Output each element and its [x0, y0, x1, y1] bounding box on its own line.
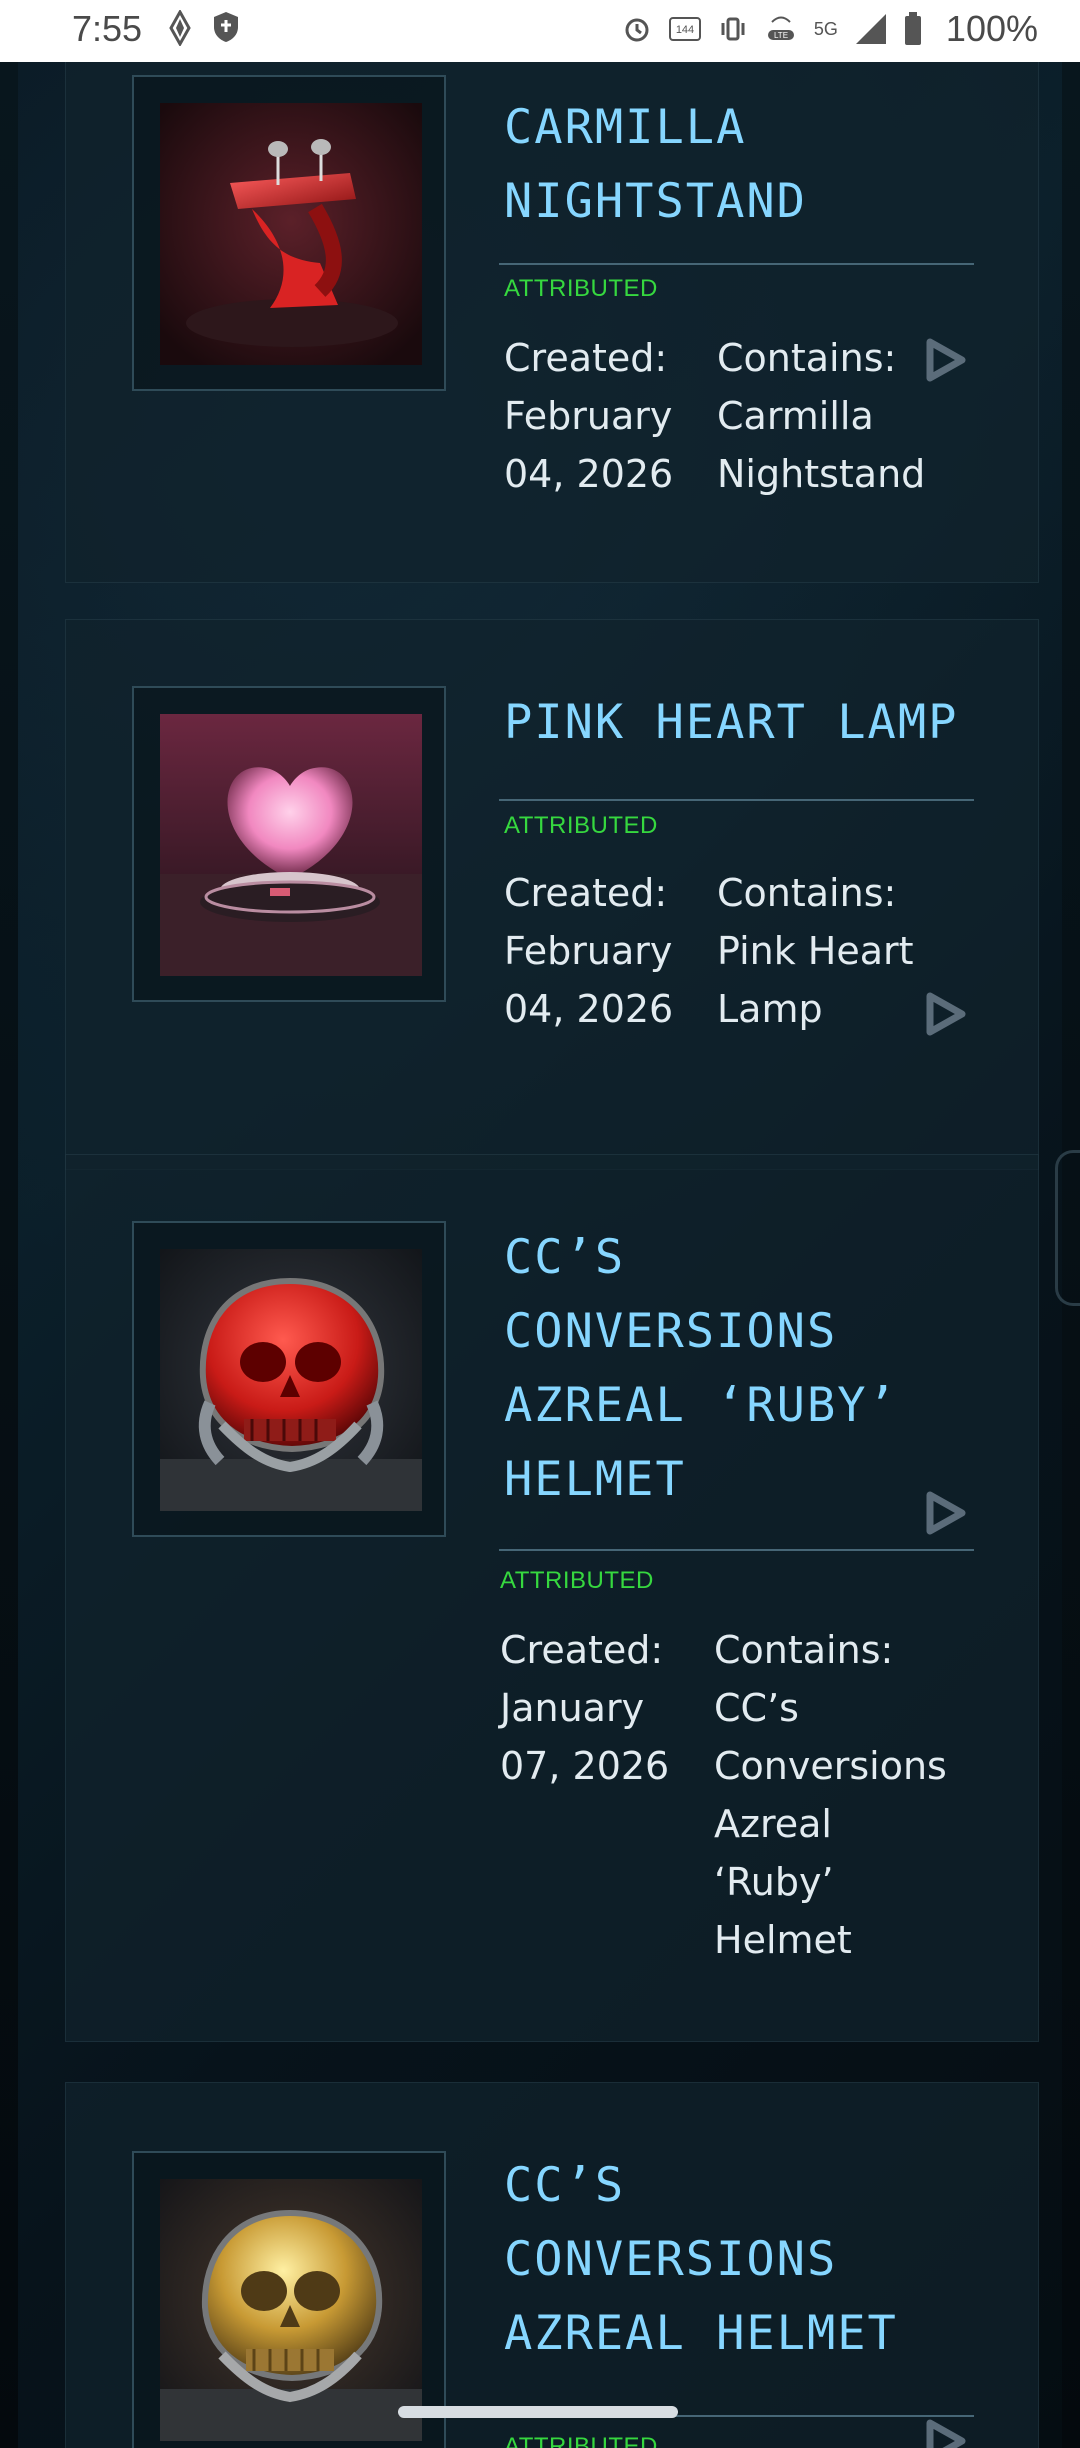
item-thumbnail-frame: [132, 686, 446, 1002]
item-title-line1: CC’S: [504, 1230, 626, 1285]
contains-line5: Helmet: [714, 1918, 852, 1962]
play-triangle-icon[interactable]: [920, 336, 968, 384]
gesture-handle[interactable]: [398, 2406, 678, 2418]
item-thumbnail-frame: [132, 1221, 446, 1537]
item-card[interactable]: CARMILLA NIGHTSTAND ATTRIBUTED Created: …: [65, 62, 1039, 583]
contains-line1: Pink Heart: [717, 929, 914, 973]
created-column: Created: January 07, 2026: [500, 1621, 710, 1795]
item-title[interactable]: PINK HEART LAMP: [504, 686, 1004, 760]
item-card[interactable]: CC’S CONVERSIONS AZREAL ‘RUBY’ HELMET AT…: [65, 1154, 1039, 2042]
play-triangle-icon[interactable]: [920, 990, 968, 1038]
item-title-line3: AZREAL ‘RUBY’: [504, 1378, 898, 1433]
item-title-line1: CC’S: [504, 2158, 626, 2213]
shield-icon: [212, 10, 240, 46]
item-thumbnail: [160, 103, 422, 365]
svg-text:144: 144: [676, 24, 694, 36]
contains-line1: CC’s: [714, 1686, 799, 1730]
status-right-icons: 144 LTE 5G 100%: [622, 8, 1038, 50]
item-thumbnail: [160, 1249, 422, 1511]
signal-icon: [854, 12, 888, 46]
contains-column: Contains: CC’s Conversions Azreal ‘Ruby’…: [714, 1621, 964, 1969]
contains-line2: Nightstand: [717, 452, 926, 496]
diamond-icon: [168, 10, 192, 46]
status-bar: 7:55 144 LTE 5G 100%: [0, 0, 1080, 62]
contains-line3: Azreal: [714, 1802, 832, 1846]
item-title[interactable]: CARMILLA NIGHTSTAND: [504, 91, 1004, 239]
battery-percentage: 100%: [945, 8, 1038, 49]
created-date-line1: February: [504, 394, 673, 438]
contains-label: Contains:: [714, 1628, 894, 1672]
created-label: Created:: [504, 336, 668, 380]
contains-line2: Conversions: [714, 1744, 947, 1788]
created-column: Created: February 04, 2026: [504, 329, 714, 503]
created-date-line2: 07, 2026: [500, 1744, 670, 1788]
created-date-line1: January: [500, 1686, 645, 1730]
created-date-line2: 04, 2026: [504, 452, 674, 496]
contains-line4: ‘Ruby’: [714, 1860, 834, 1904]
item-thumbnail-frame: [132, 75, 446, 391]
item-card[interactable]: PINK HEART LAMP ATTRIBUTED Created: Febr…: [65, 619, 1039, 1170]
item-title-text: CARMILLA NIGHTSTAND: [504, 100, 807, 229]
alarm-icon: [622, 14, 652, 44]
vibrate-icon: [718, 14, 748, 44]
status-left-icons: [168, 10, 240, 46]
item-title-line2: CONVERSIONS: [504, 2232, 838, 2287]
title-divider: [499, 1549, 974, 1551]
item-thumbnail: [160, 2179, 422, 2441]
item-title-line3: AZREAL HELMET: [504, 2306, 898, 2361]
contains-label: Contains:: [717, 871, 897, 915]
svg-text:LTE: LTE: [774, 31, 788, 40]
volte-icon: LTE: [764, 14, 798, 44]
attribution-badge: ATTRIBUTED: [504, 275, 658, 302]
refresh-rate-icon: 144: [668, 15, 702, 43]
created-label: Created:: [500, 1628, 664, 1672]
created-date-line1: February: [504, 929, 673, 973]
play-triangle-icon[interactable]: [920, 2417, 968, 2448]
item-thumbnail-frame: [132, 2151, 446, 2448]
title-divider: [499, 263, 974, 265]
content-area[interactable]: CARMILLA NIGHTSTAND ATTRIBUTED Created: …: [0, 62, 1080, 2448]
contains-line1: Carmilla: [717, 394, 874, 438]
created-label: Created:: [504, 871, 668, 915]
created-date-line2: 04, 2026: [504, 987, 674, 1031]
created-column: Created: February 04, 2026: [504, 864, 714, 1038]
item-thumbnail: [160, 714, 422, 976]
item-card[interactable]: CC’S CONVERSIONS AZREAL HELMET ATTRIBUTE…: [65, 2082, 1039, 2448]
attribution-badge: ATTRIBUTED: [504, 2433, 658, 2448]
attribution-badge: ATTRIBUTED: [504, 812, 658, 839]
title-divider: [499, 799, 974, 801]
network-badge: 5G: [813, 18, 838, 39]
item-title-line2: CONVERSIONS: [504, 1304, 838, 1359]
attribution-badge: ATTRIBUTED: [500, 1567, 654, 1594]
play-triangle-icon[interactable]: [920, 1489, 968, 1537]
item-title[interactable]: CC’S CONVERSIONS AZREAL HELMET: [504, 2149, 1004, 2371]
status-time: 7:55: [72, 8, 143, 49]
battery-icon: [904, 12, 922, 46]
item-title[interactable]: CC’S CONVERSIONS AZREAL ‘RUBY’ HELMET: [504, 1221, 1004, 1517]
item-title-text: PINK HEART LAMP: [504, 695, 959, 750]
